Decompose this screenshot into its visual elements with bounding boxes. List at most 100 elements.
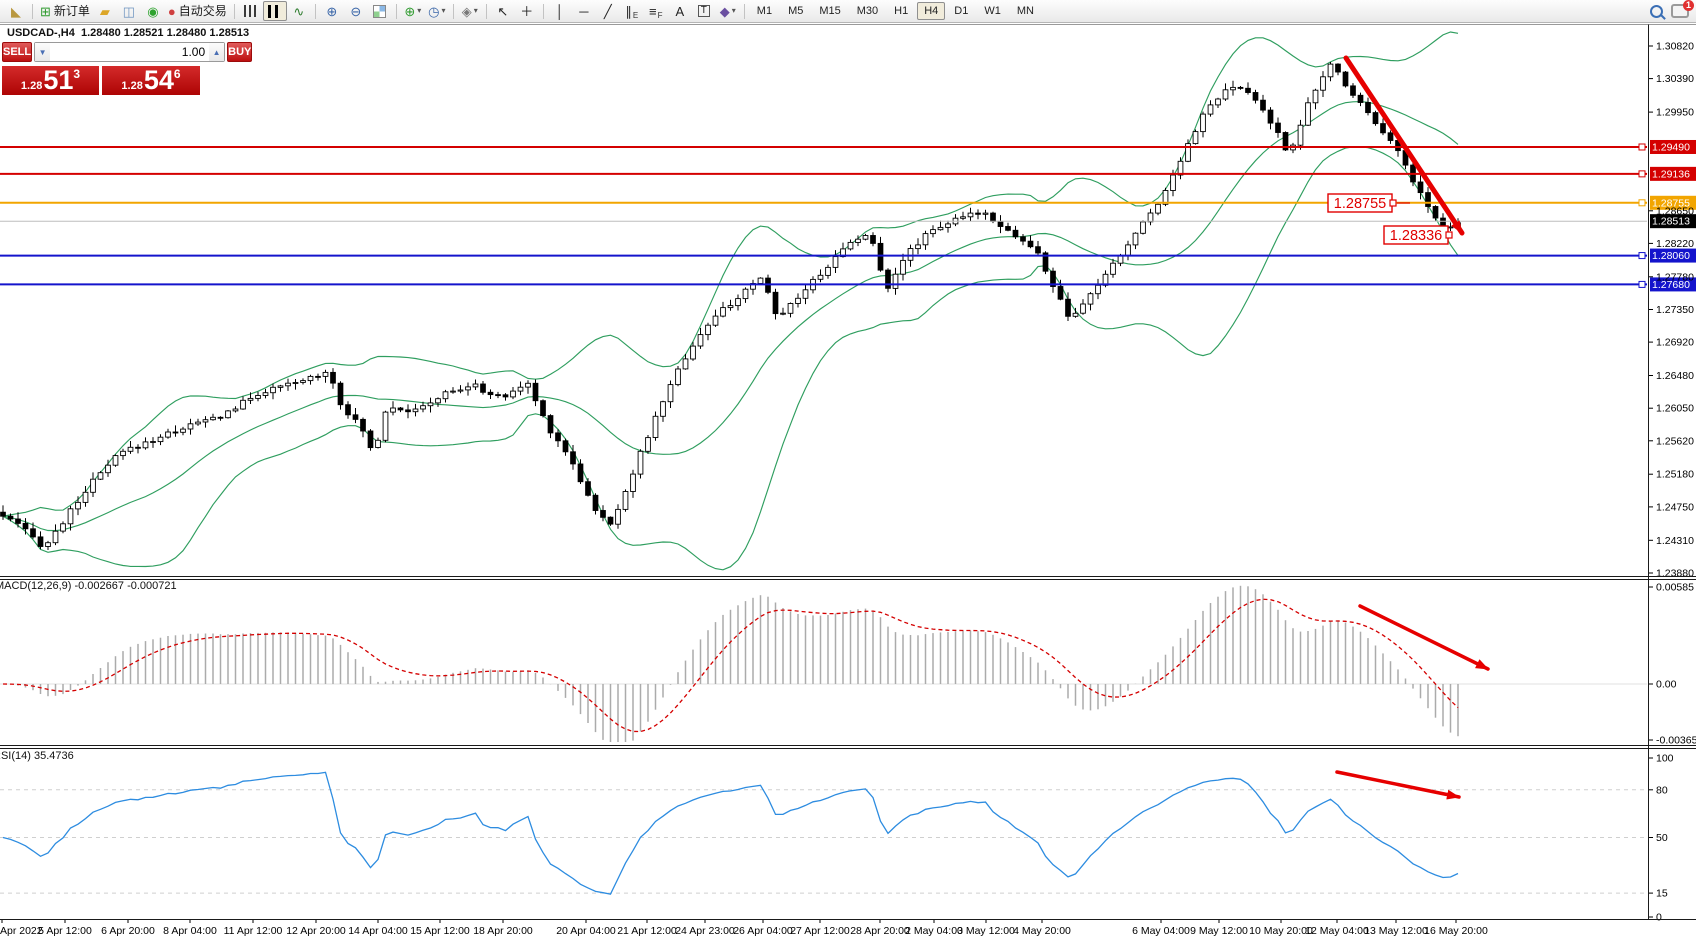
- templates-icon-glyph: ◈: [462, 5, 472, 18]
- sell-price-small: 1.28: [21, 80, 42, 92]
- svg-text:1.27350: 1.27350: [1656, 304, 1694, 316]
- svg-text:18 Apr 20:00: 18 Apr 20:00: [473, 925, 533, 937]
- candle-chart-icon[interactable]: [263, 1, 287, 21]
- timeframe-button-W1[interactable]: W1: [977, 2, 1008, 20]
- timeframe-button-M30[interactable]: M30: [850, 2, 885, 20]
- autotrade-icon-label: 自动交易: [179, 5, 227, 17]
- svg-text:-0.003652: -0.003652: [1656, 735, 1696, 747]
- hline-icon-glyph: ─: [579, 5, 588, 18]
- svg-text:1.23880: 1.23880: [1656, 567, 1694, 579]
- toolbar-separator: [543, 4, 544, 19]
- sell-price-big: 51: [43, 68, 73, 94]
- buy-price-small: 1.28: [121, 80, 142, 92]
- svg-text:1.26050: 1.26050: [1656, 403, 1694, 415]
- svg-text:Apr 2022: Apr 2022: [0, 925, 43, 937]
- timeframe-button-H4[interactable]: H4: [917, 2, 945, 20]
- horizontal-level-lines[interactable]: 1.294901.291361.287551.285131.280601.276…: [0, 140, 1696, 291]
- new-order-icon-glyph: ⊞: [40, 5, 51, 18]
- timeframe-button-D1[interactable]: D1: [947, 2, 975, 20]
- templates-icon[interactable]: ◈▾: [458, 1, 482, 21]
- chart-canvas[interactable]: 1.294901.291361.287551.285131.280601.276…: [0, 0, 1696, 942]
- macd-panel: [0, 586, 1647, 742]
- candle-chart-icon: [268, 5, 281, 18]
- cursor-icon[interactable]: ↖: [491, 1, 515, 21]
- gold-icon-glyph: ▰: [100, 5, 110, 18]
- volume-decrease-button[interactable]: ▼: [35, 43, 50, 61]
- timeframe-button-M1[interactable]: M1: [750, 2, 779, 20]
- svg-text:1.26920: 1.26920: [1656, 337, 1694, 349]
- rsi-panel: [0, 772, 1647, 894]
- svg-text:1.30390: 1.30390: [1656, 73, 1694, 85]
- svg-text:6 May 04:00: 6 May 04:00: [1132, 925, 1190, 937]
- svg-text:1.29490: 1.29490: [1652, 141, 1690, 153]
- snapshot-icon[interactable]: ◫: [117, 1, 141, 21]
- sell-price-box[interactable]: 1.28 51 3: [2, 66, 99, 95]
- fibonacci-icon[interactable]: ≡F: [644, 1, 668, 21]
- toolbar-separator: [396, 4, 397, 19]
- add-indicator-icon[interactable]: ⊕▾: [401, 1, 425, 21]
- buy-price-sup: 6: [174, 67, 181, 81]
- trendline-icon[interactable]: ╱: [596, 1, 620, 21]
- crosshair-icon[interactable]: ＋: [515, 1, 539, 21]
- tile-windows-icon[interactable]: [368, 1, 392, 21]
- text-icon-glyph: A: [675, 5, 684, 18]
- cursor-icon-glyph: ↖: [497, 5, 508, 18]
- line-chart-icon[interactable]: ∿: [287, 1, 311, 21]
- time-axis: Apr 20225 Apr 12:006 Apr 20:008 Apr 04:0…: [0, 920, 1488, 937]
- svg-text:1.24750: 1.24750: [1656, 501, 1694, 513]
- price-callouts[interactable]: 1.287551.28336: [1328, 194, 1452, 244]
- svg-text:1.29950: 1.29950: [1656, 107, 1694, 119]
- timeframe-button-M5[interactable]: M5: [781, 2, 810, 20]
- shapes-icon[interactable]: ◆▾: [716, 1, 740, 21]
- periods-icon[interactable]: ◷▾: [425, 1, 449, 21]
- zoom-out-icon-glyph: ⊖: [350, 5, 361, 18]
- macd-axis: 0.005850.00-0.003652: [1649, 582, 1696, 747]
- toolbar-separator: [32, 4, 33, 19]
- bar-chart-icon[interactable]: [239, 1, 263, 21]
- gold-icon[interactable]: ▰: [93, 1, 117, 21]
- fibonacci-icon-glyph: ≡: [649, 5, 657, 18]
- channel-icon[interactable]: ∥E: [620, 1, 644, 21]
- new-order-icon[interactable]: ⊞新订单: [37, 1, 93, 21]
- buy-price-box[interactable]: 1.28 54 6: [102, 66, 200, 95]
- svg-text:21 Apr 12:00: 21 Apr 12:00: [617, 925, 677, 937]
- text-icon[interactable]: A: [668, 1, 692, 21]
- svg-text:1.28060: 1.28060: [1652, 250, 1690, 262]
- autotrade-icon-glyph: ●: [168, 5, 176, 18]
- svg-text:100: 100: [1656, 753, 1674, 765]
- volume-input[interactable]: [50, 43, 209, 61]
- timeframe-button-MN[interactable]: MN: [1010, 2, 1041, 20]
- toolbar-separator: [744, 4, 745, 19]
- search-icon[interactable]: [1644, 1, 1668, 21]
- svg-text:6 Apr 20:00: 6 Apr 20:00: [101, 925, 155, 937]
- svg-text:1.28755: 1.28755: [1334, 196, 1386, 212]
- buy-button[interactable]: BUY: [227, 42, 252, 62]
- timeframe-button-M15[interactable]: M15: [812, 2, 847, 20]
- one-click-trading-panel: SELL ▼ ▲ BUY 1.28 51 3 1.28 54 6: [2, 42, 200, 95]
- sell-price-sup: 3: [73, 67, 80, 81]
- svg-text:15: 15: [1656, 888, 1668, 900]
- toolbar-separator: [453, 4, 454, 19]
- timeframe-button-H1[interactable]: H1: [887, 2, 915, 20]
- signal-icon[interactable]: ◉: [141, 1, 165, 21]
- zoom-in-icon[interactable]: ⊕: [320, 1, 344, 21]
- vline-icon[interactable]: │: [548, 1, 572, 21]
- zoom-out-icon[interactable]: ⊖: [344, 1, 368, 21]
- svg-text:1.30820: 1.30820: [1656, 41, 1694, 53]
- sell-button[interactable]: SELL: [2, 42, 32, 62]
- svg-text:10 May 20:00: 10 May 20:00: [1249, 925, 1313, 937]
- rsi-axis: 1008050150: [1649, 753, 1674, 924]
- svg-text:0.00: 0.00: [1656, 679, 1677, 691]
- hline-icon[interactable]: ─: [572, 1, 596, 21]
- svg-text:12 May 04:00: 12 May 04:00: [1305, 925, 1369, 937]
- notifications-icon[interactable]: 1: [1668, 1, 1692, 21]
- channel-icon-glyph: ∥: [625, 5, 632, 18]
- svg-text:1.28513: 1.28513: [1652, 216, 1690, 228]
- clipped-icon[interactable]: ◣: [4, 1, 28, 21]
- svg-text:20 Apr 04:00: 20 Apr 04:00: [556, 925, 616, 937]
- svg-text:1.25620: 1.25620: [1656, 435, 1694, 447]
- label-icon[interactable]: T: [692, 1, 716, 21]
- volume-increase-button[interactable]: ▲: [209, 43, 224, 61]
- autotrade-icon[interactable]: ●自动交易: [165, 1, 230, 21]
- svg-text:1.28220: 1.28220: [1656, 238, 1694, 250]
